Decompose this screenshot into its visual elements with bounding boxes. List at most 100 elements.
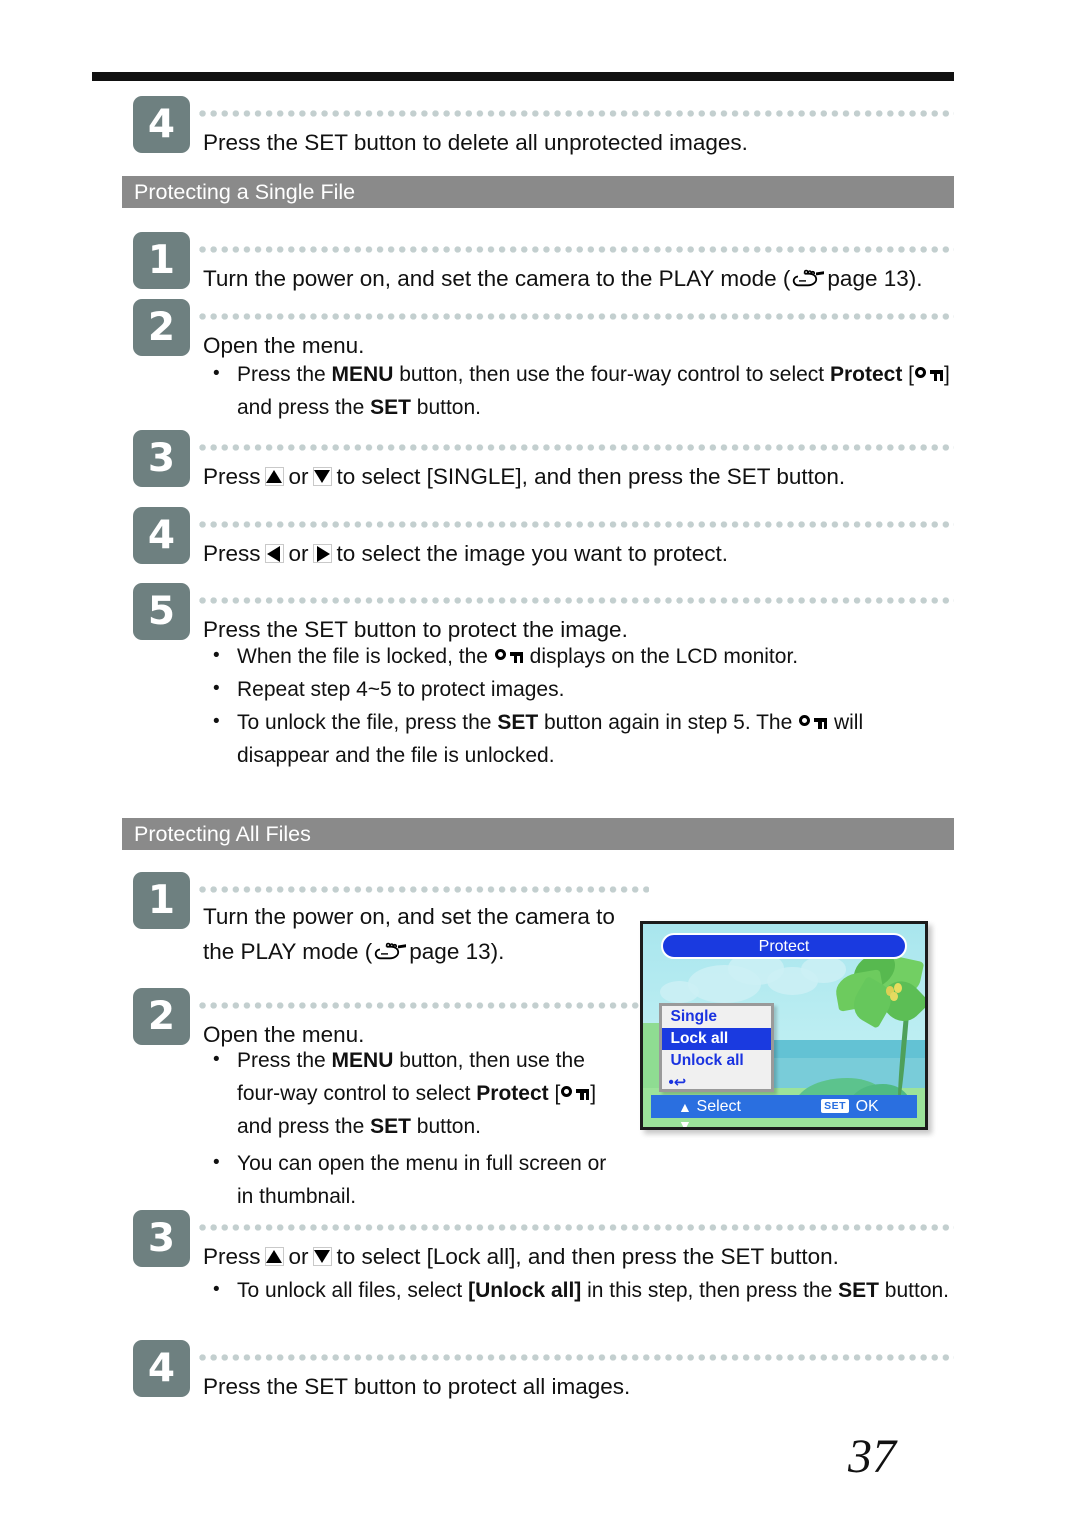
text-bold: [Unlock all] [468,1279,582,1302]
text: Press the [237,1049,332,1072]
step-number-badge: 4 [133,96,190,153]
dotted-rule [199,246,954,253]
text-bold: MENU [331,363,394,386]
lcd-select-label: Select [696,1097,741,1115]
text: or [288,1244,309,1269]
text: the PLAY mode ( [203,939,373,964]
text: [ [902,363,915,386]
pointing-hand-icon [374,940,408,964]
menu-item-lock-all[interactable]: Lock all [661,1028,772,1051]
text-bold: MENU [331,1049,394,1072]
bullet-list-all-2: Press the MENU button, then use the four… [207,1043,627,1213]
arrow-left-icon [264,543,286,565]
text: to select [Lock all], and then press the… [336,1244,839,1269]
text-bold: Protect [476,1082,549,1105]
text: Press [203,541,261,566]
text: page 13). [409,939,505,964]
text-bold: Protect [829,363,903,386]
up-down-arrow-icon: ▲ ▼ [677,1098,692,1130]
camera-lcd-screenshot: Protect Single Lock all Unlock all •↩ ▲ ▼… [640,921,928,1130]
list-item: You can open the menu in full screen or … [207,1146,627,1213]
lcd-set-badge: SET [821,1098,850,1113]
text-bold: SET [838,1279,879,1302]
text: Press [203,1244,261,1269]
dotted-rule [199,886,649,893]
text: button, then use the four-way control to… [393,363,830,386]
lcd-ok-label: OK [855,1097,879,1115]
key-icon [561,1085,590,1102]
step-text: Turn the power on, and set the camera to… [203,262,923,296]
step-text: Press the SET button to protect all imag… [203,1374,631,1399]
text-bold: SET [370,396,411,419]
key-icon [915,366,944,383]
step-text: Press the SET button to delete all unpro… [203,130,748,155]
step-number-badge: 2 [133,299,190,356]
list-item: To unlock all files, select [Unlock all]… [207,1273,952,1307]
menu-item-single[interactable]: Single [662,1006,772,1028]
text: to select the image you want to protect. [336,541,728,566]
text: Press the [237,363,332,386]
text: When the file is locked, the [237,645,494,668]
arrow-up-icon [264,1246,286,1268]
dotted-rule [199,110,954,117]
step-text: Press or to select [SINGLE], and then pres… [203,460,845,494]
text: or [288,541,309,566]
text: to select [SINGLE], and then press the S… [336,464,846,489]
arrow-down-icon [312,1246,334,1268]
text: To unlock all files, select [237,1279,469,1302]
coconut [890,991,898,1002]
text: displays on the LCD monitor. [523,645,799,668]
key-icon [494,648,523,665]
pointing-hand-icon [792,267,826,291]
step-number-badge: 1 [133,872,190,929]
text: Repeat step 4~5 to protect images. [237,678,565,701]
list-item: When the file is locked, the displays on… [207,639,952,673]
list-item: Press the MENU button, then use the four… [207,357,952,424]
arrow-down-icon [312,466,334,488]
step-number-badge: 1 [133,232,190,289]
text: You can open the menu in full screen or … [237,1152,607,1208]
text: button. [410,396,481,419]
step-text: Press or to select the image you want to p… [203,537,728,571]
text: button. [878,1279,950,1302]
dotted-rule [199,1354,954,1361]
arrow-up-icon [264,466,286,488]
dotted-rule [199,313,954,320]
step-text-before: Turn the power on, and set the camera to… [203,266,791,291]
step-number-badge: 2 [133,988,190,1045]
step-text-line-1: Turn the power on, and set the camera to [203,904,615,929]
arrow-right-icon [312,543,334,565]
text: or [288,464,309,489]
lcd-menu-list[interactable]: Single Lock all Unlock all •↩ [658,1003,775,1094]
palm-tree [821,945,925,1099]
step-number-badge: 3 [133,1210,190,1267]
step-text: Press or to select [Lock all], and then pr… [203,1240,839,1274]
dotted-rule [199,597,954,604]
bullet-list-all-3: To unlock all files, select [Unlock all]… [207,1273,952,1307]
text: To unlock the file, press the [237,711,498,734]
step-text-after: page 13). [827,266,923,291]
bullet-list-single-5: When the file is locked, the displays on… [207,639,952,772]
page-number: 37 [848,1430,896,1483]
text: button. [410,1115,481,1138]
list-item: Press the MENU button, then use the four… [207,1043,627,1143]
dotted-rule [199,444,954,451]
section-heading-all-files: Protecting All Files [122,818,954,850]
step-number-badge: 5 [133,583,190,640]
text: Press [203,464,261,489]
return-arrow-icon[interactable]: •↩ [662,1072,772,1094]
list-item: Repeat step 4~5 to protect images. [207,672,952,706]
text-bold: SET [497,711,539,734]
menu-item-unlock-all[interactable]: Unlock all [662,1050,772,1072]
text: [ [548,1082,561,1105]
dotted-rule [199,1002,649,1009]
bullet-list-single-2: Press the MENU button, then use the four… [207,357,952,424]
step-text-line-2: the PLAY mode ( page 13). [203,935,504,969]
top-rule-divider [92,72,954,81]
manual-page: 4 Press the SET button to delete all unp… [0,0,1080,1528]
dotted-rule [199,1224,954,1231]
key-icon [799,714,828,731]
step-number-badge: 4 [133,1340,190,1397]
dotted-rule [199,521,954,528]
text: in this step, then press the [581,1279,839,1302]
